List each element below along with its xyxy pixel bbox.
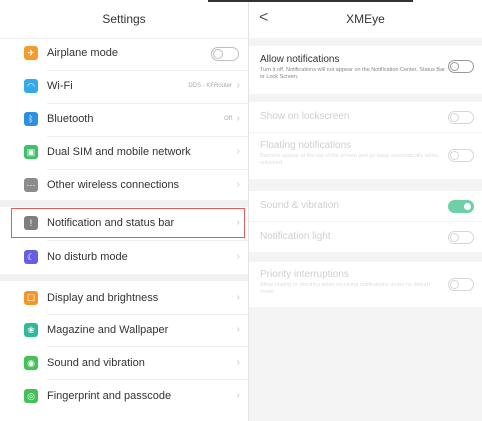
lockscreen-toggle[interactable] <box>448 111 474 124</box>
priority-interruptions-toggle[interactable] <box>448 278 474 291</box>
settings-item-bluetooth[interactable]: ᛒ Bluetooth Off › <box>0 104 248 134</box>
divider <box>47 379 248 380</box>
chevron-right-icon: › <box>236 324 240 335</box>
settings-item-display[interactable]: ☐ Display and brightness › <box>0 283 248 313</box>
floating-notifications-toggle[interactable] <box>448 149 474 162</box>
airplane-toggle[interactable] <box>211 47 239 61</box>
allow-notifications-desc: Turn it off. Notifications will not appe… <box>260 67 445 80</box>
sound-vibration-title: Sound & vibration <box>260 200 339 211</box>
settings-item-airplane[interactable]: ✈ Airplane mode <box>0 38 248 68</box>
floating-notifications-row[interactable]: Floating notifications Banners appear at… <box>249 133 482 179</box>
sound-icon: ◉ <box>24 356 38 370</box>
chevron-right-icon: › <box>236 292 240 303</box>
toggle-knob <box>450 280 459 289</box>
allow-notifications-title: Allow notifications <box>260 54 340 65</box>
chevron-right-icon: › <box>236 390 240 401</box>
settings-panel: Settings ✈ Airplane mode ◠ Wi-Fi DDS - K… <box>0 0 249 421</box>
chevron-right-icon: › <box>236 80 240 91</box>
priority-interruptions-desc: Allow ringing or vibrating when receivin… <box>260 282 430 295</box>
chevron-right-icon: › <box>236 113 240 124</box>
app-header: < XMEye <box>249 0 482 38</box>
display-icon: ☐ <box>24 291 38 305</box>
wifi-icon: ◠ <box>24 79 38 93</box>
settings-item-other-wireless[interactable]: ⋯ Other wireless connections › <box>0 170 248 200</box>
wireless-icon: ⋯ <box>24 178 38 192</box>
chevron-right-icon: › <box>236 179 240 190</box>
toggle-knob <box>213 49 223 59</box>
settings-item-label: Bluetooth <box>47 113 94 125</box>
section-gap <box>0 200 248 207</box>
toggle-knob <box>463 202 472 211</box>
chevron-right-icon: › <box>236 357 240 368</box>
settings-item-wifi[interactable]: ◠ Wi-Fi DDS - KFRouter › <box>0 71 248 101</box>
sim-icon: ▣ <box>24 145 38 159</box>
lockscreen-title: Show on lockscreen <box>260 111 350 122</box>
settings-item-fingerprint[interactable]: ◎ Fingerprint and passcode › <box>0 381 248 411</box>
toggle-knob <box>450 233 459 242</box>
floating-notifications-title: Floating notifications <box>260 140 352 151</box>
moon-icon: ☾ <box>24 250 38 264</box>
app-title: XMEye <box>346 12 385 26</box>
notification-light-toggle[interactable] <box>448 231 474 244</box>
toggle-knob <box>450 62 459 71</box>
chevron-right-icon: › <box>236 251 240 262</box>
sound-vibration-toggle[interactable] <box>448 200 474 213</box>
sound-vibration-row[interactable]: Sound & vibration <box>249 191 482 221</box>
settings-item-label: Fingerprint and passcode <box>47 390 172 402</box>
top-rule <box>208 0 413 2</box>
section-gap <box>0 274 248 281</box>
priority-interruptions-row[interactable]: Priority interruptions Allow ringing or … <box>249 262 482 307</box>
wallpaper-icon: ❀ <box>24 323 38 337</box>
floating-notifications-desc: Banners appear at the top of the screen … <box>260 153 438 166</box>
settings-item-label: Display and brightness <box>47 292 159 304</box>
allow-notifications-toggle[interactable] <box>448 60 474 73</box>
settings-item-label: Airplane mode <box>47 47 118 59</box>
divider <box>47 240 248 241</box>
highlight-box <box>11 208 245 238</box>
settings-item-label: Other wireless connections <box>47 179 180 191</box>
toggle-knob <box>450 151 459 160</box>
settings-item-label: Wi-Fi <box>47 80 73 92</box>
bluetooth-icon: ᛒ <box>24 112 38 126</box>
settings-item-label: No disturb mode <box>47 251 128 263</box>
settings-title: Settings <box>0 0 248 39</box>
settings-item-label: Sound and vibration <box>47 357 145 369</box>
bluetooth-status-value: Off <box>224 116 232 122</box>
priority-interruptions-title: Priority interruptions <box>260 269 349 280</box>
settings-item-label: Dual SIM and mobile network <box>47 146 191 158</box>
notification-light-row[interactable]: Notification light <box>249 222 482 252</box>
divider <box>47 346 248 347</box>
wifi-network-value: DDS - KFRouter <box>188 83 232 89</box>
fingerprint-icon: ◎ <box>24 389 38 403</box>
settings-item-sound[interactable]: ◉ Sound and vibration › <box>0 348 248 378</box>
settings-item-dual-sim[interactable]: ▣ Dual SIM and mobile network › <box>0 137 248 167</box>
settings-item-no-disturb[interactable]: ☾ No disturb mode › <box>0 242 248 272</box>
airplane-icon: ✈ <box>24 46 38 60</box>
app-notification-panel: < XMEye Allow notifications Turn it off.… <box>249 0 482 421</box>
chevron-right-icon: › <box>236 146 240 157</box>
toggle-knob <box>450 113 459 122</box>
settings-item-label: Magazine and Wallpaper <box>47 324 169 336</box>
lockscreen-row[interactable]: Show on lockscreen <box>249 102 482 132</box>
notification-light-title: Notification light <box>260 231 331 242</box>
allow-notifications-row[interactable]: Allow notifications Turn it off. Notific… <box>249 46 482 94</box>
settings-item-wallpaper[interactable]: ❀ Magazine and Wallpaper › <box>0 315 248 345</box>
